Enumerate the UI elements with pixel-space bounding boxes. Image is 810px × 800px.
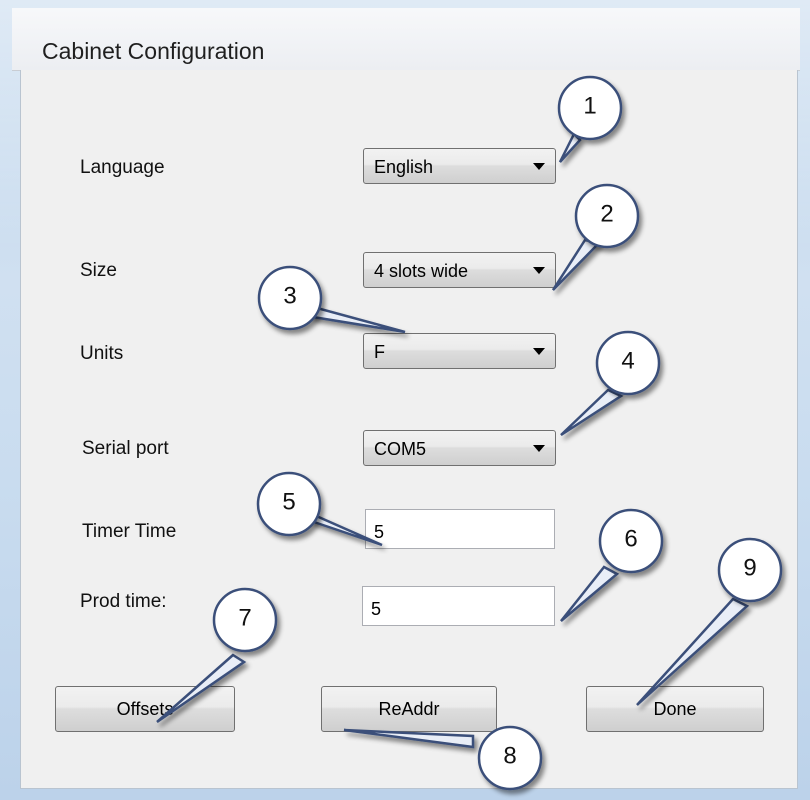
callout-pointer-2 [551,238,602,291]
callout-overlay: 1 2 3 4 5 6 7 8 9 [156,75,783,791]
callout-number-6: 6 [624,526,637,553]
callout-number-9: 9 [743,555,756,582]
callout-number-2: 2 [600,201,613,228]
callout-pointer-4 [560,388,624,437]
callout-pointer-7 [156,653,247,724]
callout-pointer-8 [343,728,475,749]
callout-pointer-3 [303,302,406,334]
callout-pointer-1 [558,131,582,163]
callout-number-7: 7 [238,605,251,632]
callout-number-5: 5 [282,489,295,516]
callout-number-1: 1 [583,93,596,120]
callout-number-4: 4 [621,348,634,375]
callout-number-3: 3 [283,283,296,310]
callout-number-8: 8 [503,743,516,770]
callout-pointer-6 [560,565,620,622]
callout-pointer-9 [636,597,750,706]
